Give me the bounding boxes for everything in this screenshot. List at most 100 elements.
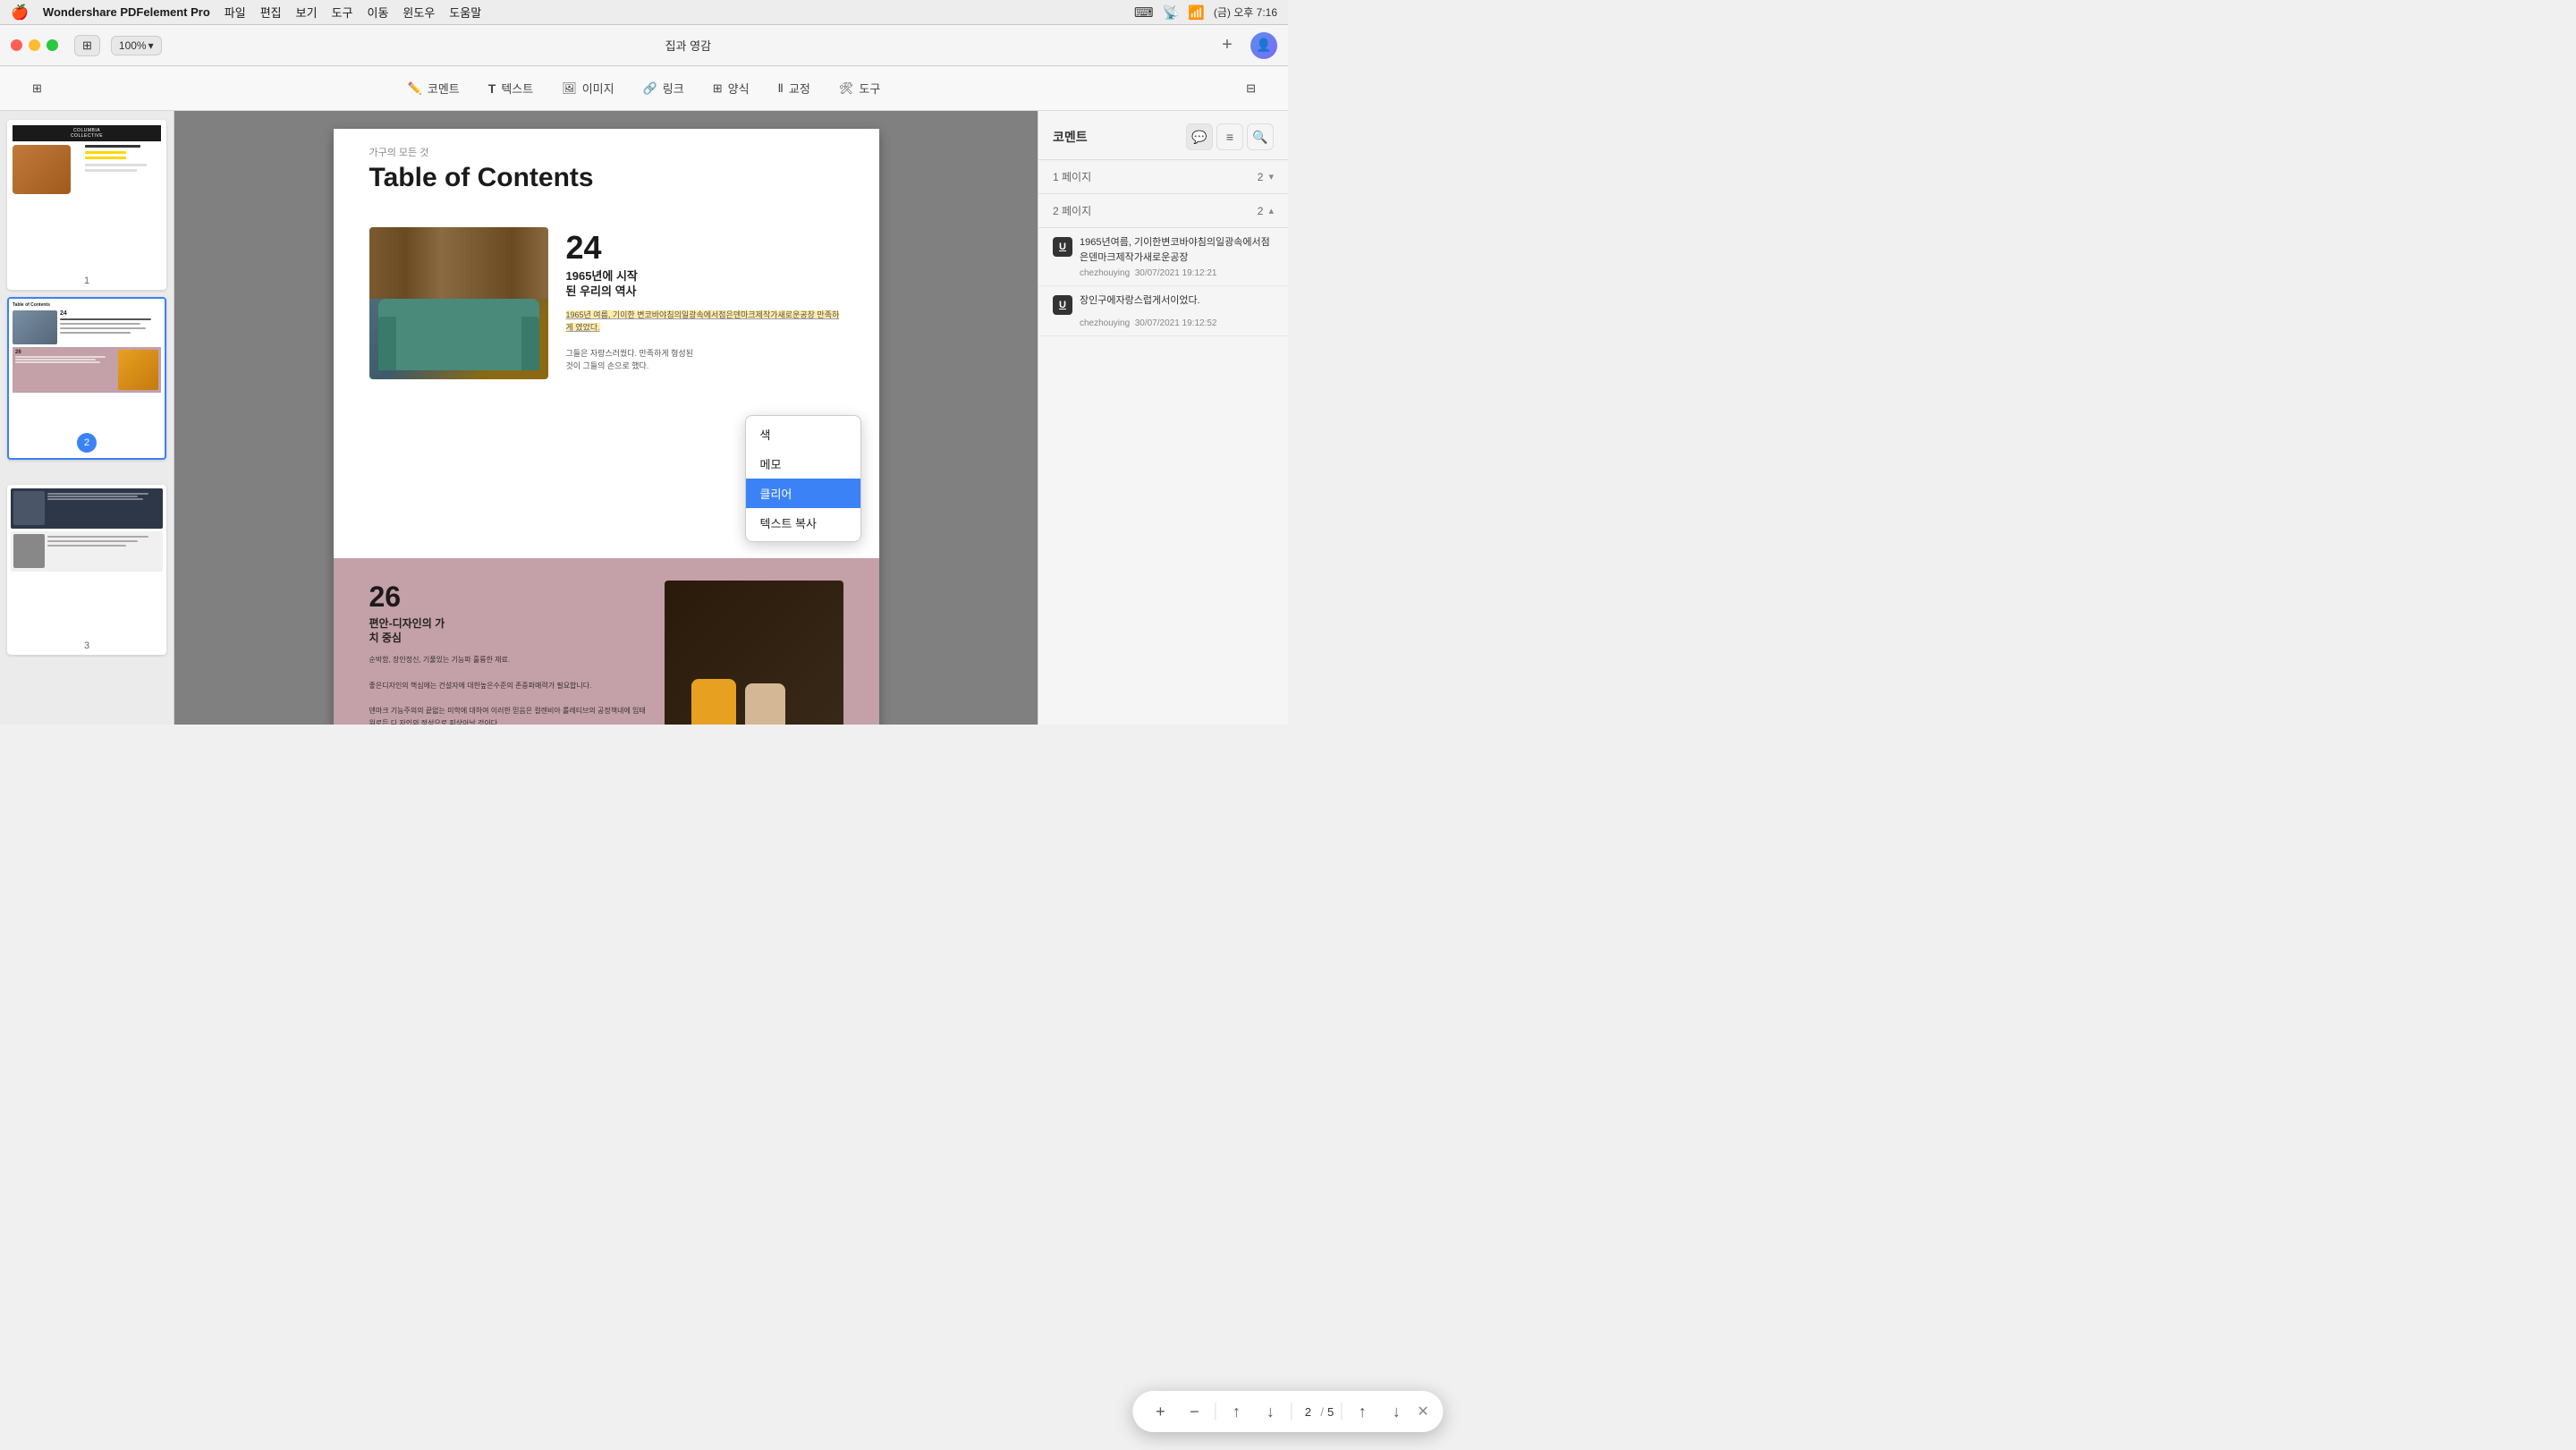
comment-search-button[interactable]: 🔍 [1247,123,1274,150]
panel-icon-buttons: 💬 ≡ 🔍 [1186,123,1274,150]
comment-badge-row-2: U 장인구에자랑스럽게서이었다. [1053,293,1274,315]
page-thumb-3[interactable]: 3 [7,485,166,655]
maximize-button[interactable] [47,39,58,51]
search-bar: + − ↑ ↓ / 5 ↑ ↓ ✕ [1132,1391,1443,1432]
panel-page1-header[interactable]: 1 페이지 2 ▾ [1053,169,1274,184]
toolbar-form-button[interactable]: ⊞ 양식 [699,74,764,102]
toolbar-link-button[interactable]: 🔗 링크 [629,74,699,102]
page-2-badge: 2 [77,433,97,453]
menu-edit[interactable]: 편집 [260,4,282,21]
section-26-subtitle: 편안-디자인의 가치 중심 [369,617,647,645]
toolbar-group: ✏️ 코멘트 T 텍스트 🖼 이미지 🔗 링크 ⊞ 양식 Ⅱ 교정 [394,74,895,102]
toolbar-grid-button[interactable]: ⊞ [18,76,56,101]
section-26-number: 26 [369,581,647,614]
minimize-button[interactable] [29,39,40,51]
search-scroll-bottom-button[interactable]: ↓ [1257,1398,1284,1425]
grid-icon: ⊞ [32,81,42,96]
panel-page1-count: 2 [1258,171,1264,183]
menu-file[interactable]: 파일 [225,4,246,21]
menu-tools[interactable]: 도구 [332,4,353,21]
toolbar-left: ⊞ [18,76,56,101]
clock: (금) 오후 7:16 [1214,4,1277,20]
search-prev-button[interactable]: ↑ [1349,1398,1376,1425]
pdf-area[interactable]: 가구의 모든 것 Table of Contents 24 1965년에 시작된… [174,111,1038,725]
thumb3-light-lines [47,534,160,569]
panel-page1-section[interactable]: 1 페이지 2 ▾ [1038,160,1288,194]
comment-badge-2: U [1053,295,1072,315]
form-icon: ⊞ [713,81,723,96]
search-page-counter: / 5 [1299,1405,1334,1419]
menu-view[interactable]: 보기 [296,4,318,21]
panel-page1-expand-icon[interactable]: ▾ [1268,171,1274,182]
sofa-arm-left [378,317,396,370]
title-bar: ⊞ 100% ▾ 집과 영감 + 👤 [0,25,1288,66]
wifi-icon[interactable]: 📶 [1188,4,1205,21]
menu-go[interactable]: 이동 [367,4,388,21]
airdrop-icon[interactable]: 📡 [1162,4,1179,21]
text-label: 텍스트 [501,80,533,97]
comment-item-1[interactable]: U 1965년여름, 기이한변코바야침의일광속에서점은덴마크제작가새로운공장 c… [1038,228,1288,286]
comment-time-1: 30/07/2021 19:12:21 [1132,268,1217,278]
tab-title: 집과 영감 [173,37,1204,54]
link-label: 링크 [663,80,684,97]
thumb2-content: Table of Contents 24 [9,299,165,451]
text-icon: T [488,81,496,96]
zoom-selector[interactable]: 100% ▾ [111,36,162,55]
pink-section: 26 편안-디자인의 가치 중심 순박함, 장인정신, 기풀있는 기능파 훌륭한… [334,558,879,725]
tools-label: 도구 [859,80,880,97]
notification-icon[interactable]: ⌨ [1134,4,1154,21]
thumb3-dark-img [13,491,45,525]
apple-menu[interactable]: 🍎 [11,4,29,21]
zoom-dropdown-icon: ▾ [148,39,154,52]
panel-toggle-button[interactable]: ⊟ [1232,76,1270,101]
ctx-memo[interactable]: 메모 [746,449,860,479]
toolbar-correction-button[interactable]: Ⅱ 교정 [764,74,825,102]
panel-page1-title: 1 페이지 [1053,169,1091,184]
toolbar-right: ⊟ [1232,76,1270,101]
close-button[interactable] [11,39,22,51]
search-close-button[interactable]: ✕ [1417,1403,1428,1420]
comment-text-1: 1965년여름, 기이한변코바야침의일광속에서점은덴마크제작가새로운공장 [1080,235,1274,265]
comment-label: 코멘트 [428,80,460,97]
ctx-color[interactable]: 색 [746,420,860,449]
view-toggle-button[interactable]: ⊞ [74,35,100,56]
search-zoom-out-button[interactable]: − [1181,1398,1208,1425]
comment-user-2: chezhouying [1080,318,1130,328]
page-2-label: 2 [9,451,165,458]
comment-item-2[interactable]: U 장인구에자랑스럽게서이었다. chezhouying 30/07/2021 … [1038,286,1288,336]
sofa-arm-right [521,317,539,370]
thumb2-pink-text: 26 [15,350,115,390]
panel-page2-collapse-icon[interactable]: ▴ [1268,205,1274,216]
section-24-text: 24 1965년에 시작된 우리의 역사 1965년 여름, 기이한 변코바야침… [566,227,843,373]
toolbar-text-button[interactable]: T 텍스트 [474,74,547,102]
section-24-number: 24 [566,232,843,264]
search-next-button[interactable]: ↓ [1383,1398,1410,1425]
page-sidebar: COLUMBIACOLLECTIVE [0,111,174,725]
right-panel: 코멘트 💬 ≡ 🔍 1 페이지 2 ▾ [1038,111,1288,725]
yellow-chair [691,679,736,725]
section-26-text: 26 편안-디자인의 가치 중심 순박함, 장인정신, 기풀있는 기능파 훌륭한… [369,581,647,725]
thumb2-text-block: 24 [60,310,161,335]
menu-window[interactable]: 윈도우 [402,4,435,21]
toolbar-tools-button[interactable]: 🛠 도구 [825,74,894,102]
ctx-copy-text[interactable]: 텍스트 복사 [746,508,860,538]
search-zoom-in-button[interactable]: + [1147,1398,1174,1425]
beige-chair [745,683,785,725]
toolbar-image-button[interactable]: 🖼 이미지 [547,74,628,102]
add-tab-button[interactable]: + [1215,33,1240,58]
page-thumb-2[interactable]: Table of Contents 24 [7,297,166,460]
comment-list-button[interactable]: 💬 [1186,123,1213,150]
search-scroll-top-button[interactable]: ↑ [1223,1398,1250,1425]
user-avatar[interactable]: 👤 [1250,32,1277,59]
comment-filter-button[interactable]: ≡ [1216,123,1243,150]
panel-page2-header[interactable]: 2 페이지 2 ▴ [1053,203,1274,218]
current-page-input[interactable] [1299,1405,1317,1419]
menu-help[interactable]: 도움말 [449,4,481,21]
section-24-subtitle: 1965년에 시작된 우리의 역사 [566,269,843,300]
section-26-body2: 좋은디자인의 핵심에는 건설자에 대한높은수준의 존중파매력가 필요합니다. [369,680,647,692]
sidebar-toggle-icon: ⊞ [82,38,92,53]
panel-page2-count: 2 [1258,205,1264,217]
ctx-clear[interactable]: 클리어 [746,479,860,508]
toolbar-comment-button[interactable]: ✏️ 코멘트 [394,74,474,102]
page-thumb-1[interactable]: COLUMBIACOLLECTIVE [7,120,166,290]
